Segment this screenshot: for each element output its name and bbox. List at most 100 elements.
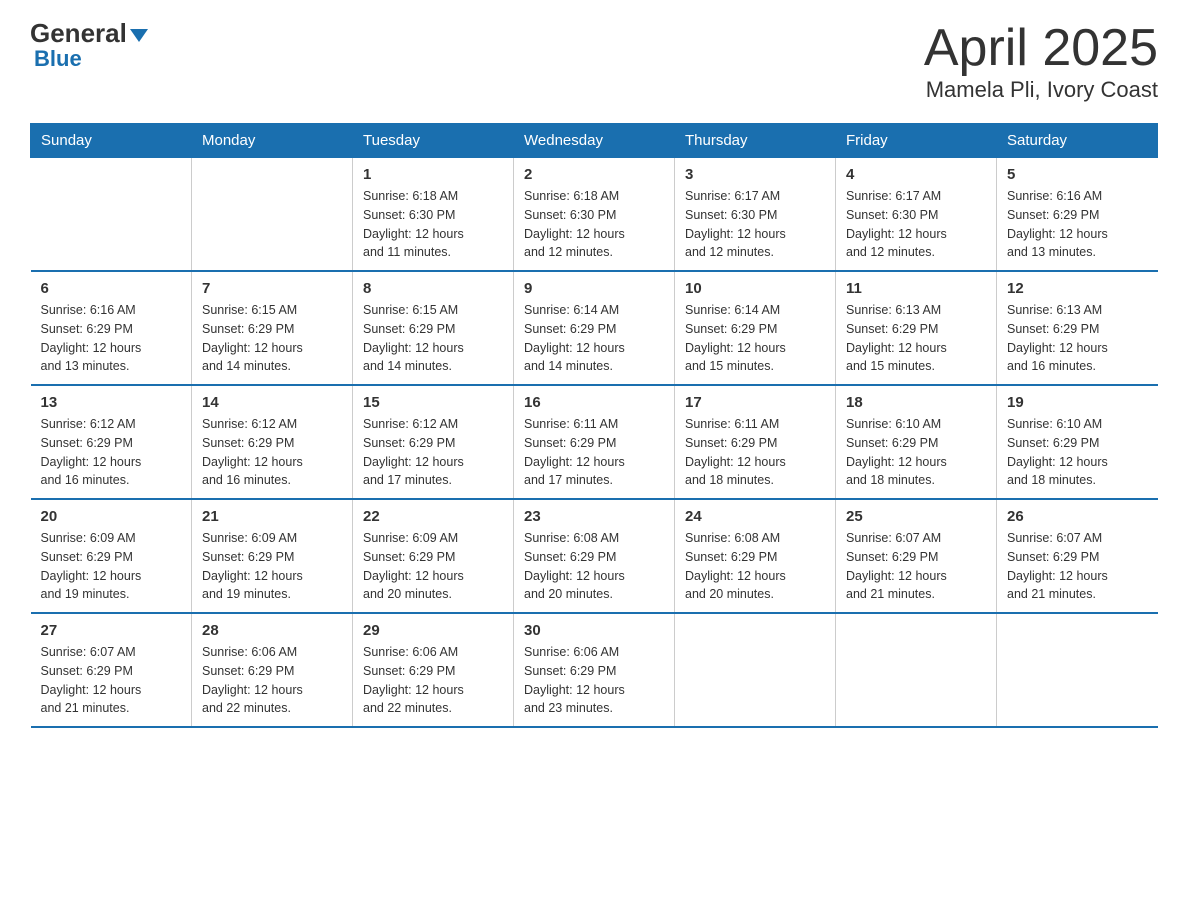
day-info: Sunrise: 6:10 AM Sunset: 6:29 PM Dayligh…	[846, 415, 986, 490]
day-number: 4	[846, 166, 986, 183]
day-number: 5	[1007, 166, 1148, 183]
calendar-cell: 19 Sunrise: 6:10 AM Sunset: 6:29 PM Dayli…	[997, 385, 1158, 499]
logo-blue: Blue	[34, 46, 82, 71]
day-number: 6	[41, 280, 182, 297]
day-info: Sunrise: 6:14 AM Sunset: 6:29 PM Dayligh…	[685, 301, 825, 376]
calendar-cell: 26 Sunrise: 6:07 AM Sunset: 6:29 PM Dayli…	[997, 499, 1158, 613]
day-number: 13	[41, 394, 182, 411]
calendar-week-row: 13 Sunrise: 6:12 AM Sunset: 6:29 PM Dayli…	[31, 385, 1158, 499]
day-number: 21	[202, 508, 342, 525]
day-number: 17	[685, 394, 825, 411]
calendar-cell: 15Sunrise: 6:12 AM Sunset: 6:29 PM Dayli…	[353, 385, 514, 499]
day-number: 25	[846, 508, 986, 525]
day-info: Sunrise: 6:08 AM Sunset: 6:29 PM Dayligh…	[685, 529, 825, 604]
day-info: Sunrise: 6:08 AM Sunset: 6:29 PM Dayligh…	[524, 529, 664, 604]
calendar-cell: 12 Sunrise: 6:13 AM Sunset: 6:29 PM Dayli…	[997, 271, 1158, 385]
day-info: Sunrise: 6:16 AM Sunset: 6:29 PM Dayligh…	[1007, 187, 1148, 262]
day-info: Sunrise: 6:12 AM Sunset: 6:29 PM Dayligh…	[363, 415, 503, 490]
header-day-sunday: Sunday	[31, 124, 192, 158]
calendar-cell: 13Sunrise: 6:12 AM Sunset: 6:29 PM Dayli…	[31, 385, 192, 499]
calendar-cell	[836, 613, 997, 727]
day-info: Sunrise: 6:15 AM Sunset: 6:29 PM Dayligh…	[202, 301, 342, 376]
calendar-cell: 23 Sunrise: 6:08 AM Sunset: 6:29 PM Dayli…	[514, 499, 675, 613]
day-number: 9	[524, 280, 664, 297]
day-number: 1	[363, 166, 503, 183]
calendar-cell: 17Sunrise: 6:11 AM Sunset: 6:29 PM Dayli…	[675, 385, 836, 499]
day-number: 20	[41, 508, 182, 525]
calendar-cell: 4Sunrise: 6:17 AM Sunset: 6:30 PM Daylig…	[836, 158, 997, 272]
day-number: 12	[1007, 280, 1148, 297]
day-info: Sunrise: 6:13 AM Sunset: 6:29 PM Dayligh…	[1007, 301, 1148, 376]
calendar-header-row: SundayMondayTuesdayWednesdayThursdayFrid…	[31, 124, 1158, 158]
header-day-monday: Monday	[192, 124, 353, 158]
day-info: Sunrise: 6:07 AM Sunset: 6:29 PM Dayligh…	[1007, 529, 1148, 604]
day-number: 11	[846, 280, 986, 297]
calendar-week-row: 27 Sunrise: 6:07 AM Sunset: 6:29 PM Dayli…	[31, 613, 1158, 727]
calendar-week-row: 1 Sunrise: 6:18 AM Sunset: 6:30 PM Daylig…	[31, 158, 1158, 272]
calendar-table: SundayMondayTuesdayWednesdayThursdayFrid…	[30, 123, 1158, 728]
calendar-cell	[31, 158, 192, 272]
logo-general: General	[30, 20, 127, 46]
day-info: Sunrise: 6:12 AM Sunset: 6:29 PM Dayligh…	[202, 415, 342, 490]
calendar-cell: 18Sunrise: 6:10 AM Sunset: 6:29 PM Dayli…	[836, 385, 997, 499]
calendar-cell: 3 Sunrise: 6:17 AM Sunset: 6:30 PM Daylig…	[675, 158, 836, 272]
day-number: 26	[1007, 508, 1148, 525]
calendar-cell: 6 Sunrise: 6:16 AM Sunset: 6:29 PM Daylig…	[31, 271, 192, 385]
day-info: Sunrise: 6:06 AM Sunset: 6:29 PM Dayligh…	[524, 643, 664, 718]
header-day-tuesday: Tuesday	[353, 124, 514, 158]
day-info: Sunrise: 6:09 AM Sunset: 6:29 PM Dayligh…	[202, 529, 342, 604]
logo: General Blue	[30, 20, 148, 72]
calendar-cell: 29 Sunrise: 6:06 AM Sunset: 6:29 PM Dayli…	[353, 613, 514, 727]
day-info: Sunrise: 6:06 AM Sunset: 6:29 PM Dayligh…	[363, 643, 503, 718]
day-info: Sunrise: 6:16 AM Sunset: 6:29 PM Dayligh…	[41, 301, 182, 376]
calendar-cell: 28 Sunrise: 6:06 AM Sunset: 6:29 PM Dayli…	[192, 613, 353, 727]
calendar-cell: 10Sunrise: 6:14 AM Sunset: 6:29 PM Dayli…	[675, 271, 836, 385]
title-section: April 2025 Mamela Pli, Ivory Coast	[924, 20, 1158, 103]
day-info: Sunrise: 6:09 AM Sunset: 6:29 PM Dayligh…	[41, 529, 182, 604]
calendar-title: April 2025	[924, 20, 1158, 77]
calendar-cell	[675, 613, 836, 727]
page-header: General Blue April 2025 Mamela Pli, Ivor…	[30, 20, 1158, 103]
day-info: Sunrise: 6:13 AM Sunset: 6:29 PM Dayligh…	[846, 301, 986, 376]
calendar-cell: 16 Sunrise: 6:11 AM Sunset: 6:29 PM Dayli…	[514, 385, 675, 499]
day-number: 23	[524, 508, 664, 525]
day-number: 28	[202, 622, 342, 639]
calendar-cell: 8 Sunrise: 6:15 AM Sunset: 6:29 PM Daylig…	[353, 271, 514, 385]
day-info: Sunrise: 6:14 AM Sunset: 6:29 PM Dayligh…	[524, 301, 664, 376]
day-info: Sunrise: 6:11 AM Sunset: 6:29 PM Dayligh…	[524, 415, 664, 490]
calendar-cell: 22 Sunrise: 6:09 AM Sunset: 6:29 PM Dayli…	[353, 499, 514, 613]
day-info: Sunrise: 6:15 AM Sunset: 6:29 PM Dayligh…	[363, 301, 503, 376]
calendar-cell	[192, 158, 353, 272]
day-info: Sunrise: 6:18 AM Sunset: 6:30 PM Dayligh…	[363, 187, 503, 262]
calendar-cell: 20 Sunrise: 6:09 AM Sunset: 6:29 PM Dayli…	[31, 499, 192, 613]
day-info: Sunrise: 6:17 AM Sunset: 6:30 PM Dayligh…	[685, 187, 825, 262]
day-number: 8	[363, 280, 503, 297]
day-number: 16	[524, 394, 664, 411]
day-number: 27	[41, 622, 182, 639]
day-number: 22	[363, 508, 503, 525]
calendar-cell: 24 Sunrise: 6:08 AM Sunset: 6:29 PM Dayli…	[675, 499, 836, 613]
day-number: 2	[524, 166, 664, 183]
header-day-friday: Friday	[836, 124, 997, 158]
header-day-thursday: Thursday	[675, 124, 836, 158]
calendar-cell: 30 Sunrise: 6:06 AM Sunset: 6:29 PM Dayli…	[514, 613, 675, 727]
day-info: Sunrise: 6:18 AM Sunset: 6:30 PM Dayligh…	[524, 187, 664, 262]
calendar-cell: 7 Sunrise: 6:15 AM Sunset: 6:29 PM Daylig…	[192, 271, 353, 385]
day-info: Sunrise: 6:06 AM Sunset: 6:29 PM Dayligh…	[202, 643, 342, 718]
day-number: 24	[685, 508, 825, 525]
day-info: Sunrise: 6:09 AM Sunset: 6:29 PM Dayligh…	[363, 529, 503, 604]
day-info: Sunrise: 6:10 AM Sunset: 6:29 PM Dayligh…	[1007, 415, 1148, 490]
day-number: 7	[202, 280, 342, 297]
day-number: 19	[1007, 394, 1148, 411]
calendar-cell: 5 Sunrise: 6:16 AM Sunset: 6:29 PM Daylig…	[997, 158, 1158, 272]
calendar-cell: 27 Sunrise: 6:07 AM Sunset: 6:29 PM Dayli…	[31, 613, 192, 727]
day-number: 29	[363, 622, 503, 639]
header-day-saturday: Saturday	[997, 124, 1158, 158]
day-number: 30	[524, 622, 664, 639]
day-info: Sunrise: 6:07 AM Sunset: 6:29 PM Dayligh…	[41, 643, 182, 718]
calendar-cell: 21 Sunrise: 6:09 AM Sunset: 6:29 PM Dayli…	[192, 499, 353, 613]
day-number: 14	[202, 394, 342, 411]
calendar-cell: 25Sunrise: 6:07 AM Sunset: 6:29 PM Dayli…	[836, 499, 997, 613]
day-number: 3	[685, 166, 825, 183]
calendar-subtitle: Mamela Pli, Ivory Coast	[924, 77, 1158, 103]
